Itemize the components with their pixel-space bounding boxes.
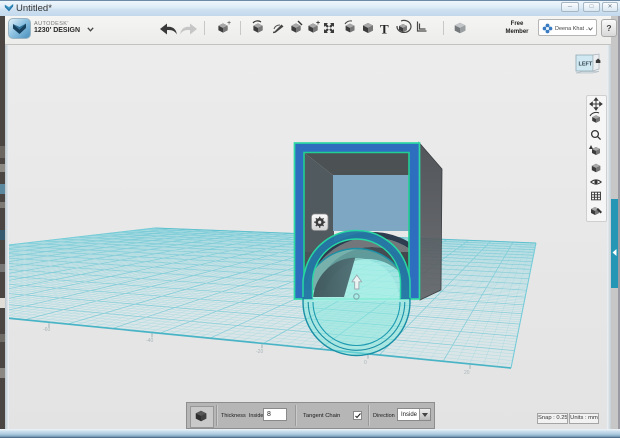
svg-text:+: +: [227, 20, 231, 27]
svg-text:0: 0: [364, 360, 367, 366]
svg-text:20: 20: [464, 370, 470, 376]
svg-text:T: T: [380, 22, 389, 37]
svg-text:+: +: [316, 20, 320, 27]
svg-text:-20: -20: [256, 349, 263, 355]
svg-text:-40: -40: [146, 338, 153, 344]
svg-text:-60: -60: [43, 327, 50, 333]
svg-text:LEFT: LEFT: [579, 62, 593, 68]
